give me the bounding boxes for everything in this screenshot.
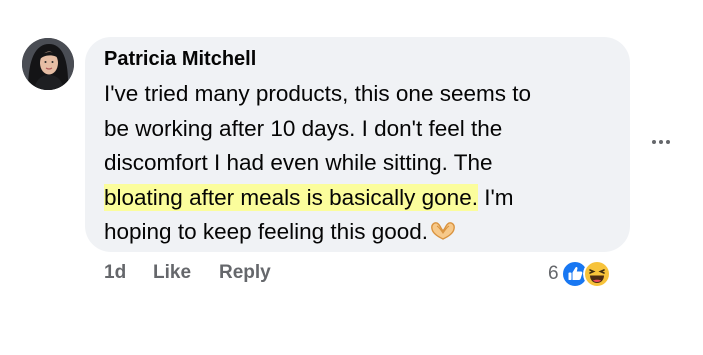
like-button[interactable]: Like: [153, 262, 191, 284]
more-options-button[interactable]: [648, 133, 674, 151]
more-dot: [666, 140, 670, 144]
highlighted-text: bloating after meals is basically gone.: [104, 183, 478, 211]
reactions-summary[interactable]: 6: [548, 258, 611, 290]
comment-text: I've tried many products, this one seems…: [104, 77, 624, 252]
profile-photo: [22, 38, 74, 90]
heart-hands-icon: [430, 217, 456, 252]
comment-line: be working after 10 days. I don't feel t…: [104, 115, 503, 141]
comment-line: bloating after meals is basically gone. …: [104, 181, 624, 216]
reply-button[interactable]: Reply: [219, 262, 271, 284]
comment-line: discomfort I had even while sitting. The: [104, 150, 493, 175]
comment-timestamp[interactable]: 1d: [104, 262, 126, 284]
avatar[interactable]: [22, 38, 74, 90]
reaction-count: 6: [548, 263, 559, 284]
comment-line: hoping to keep feeling this good.: [104, 215, 624, 252]
comment-line-rest: I'm: [477, 184, 514, 210]
author-name[interactable]: Patricia Mitchell: [104, 48, 256, 71]
haha-icon: [582, 260, 611, 288]
comment-container: Patricia Mitchell I've tried many produc…: [0, 0, 703, 355]
comment-line: I've tried many products, this one seems…: [104, 81, 531, 106]
more-dot: [652, 140, 656, 144]
more-dot: [659, 140, 663, 144]
comment-last-line: hoping to keep feeling this good.: [104, 219, 428, 244]
